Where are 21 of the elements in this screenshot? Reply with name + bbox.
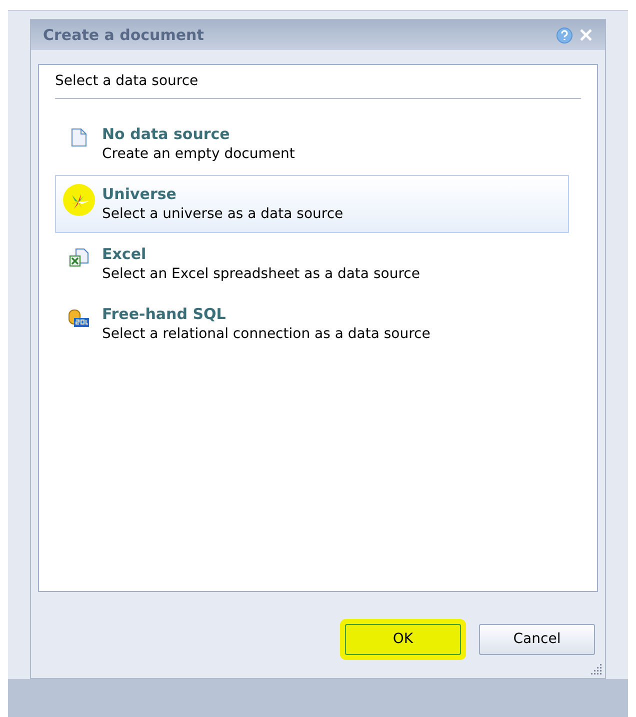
- option-description: Create an empty document: [102, 145, 295, 164]
- option-description: Select an Excel spreadsheet as a data source: [102, 265, 420, 284]
- option-title: No data source: [102, 124, 231, 144]
- help-icon[interactable]: [556, 26, 573, 44]
- section-title: Select a data source: [55, 71, 581, 99]
- close-icon[interactable]: [579, 28, 593, 42]
- dialog-button[interactable]: Cancel: [479, 624, 595, 655]
- option-description: Select a relational connection as a data source: [102, 325, 430, 344]
- spreadsheet-icon: [69, 248, 89, 267]
- resize-grip-icon[interactable]: [590, 663, 602, 675]
- window-title: Create a document: [43, 24, 205, 46]
- option-title: Free-hand SQL: [102, 304, 227, 324]
- option-description: Select a universe as a data source: [102, 205, 344, 224]
- database-icon: [68, 308, 90, 328]
- option-title: Excel: [102, 244, 148, 264]
- source-option[interactable]: Excel Select an Excel spreadsheet as a data source: [55, 235, 569, 293]
- document-icon: [71, 128, 87, 147]
- source-option[interactable]: No data source Create an empty document: [55, 115, 569, 173]
- source-option[interactable]: Free-hand SQL Select a relational connection as a data source: [55, 295, 569, 353]
- option-title: Universe: [102, 184, 178, 204]
- source-option[interactable]: Universe Select a universe as a data source: [55, 175, 569, 233]
